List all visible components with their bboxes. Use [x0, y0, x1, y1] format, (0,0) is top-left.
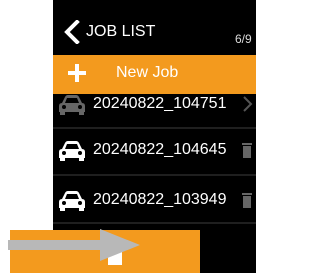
new-job-label: New Job — [116, 64, 179, 81]
job-name: 20240822_104645 — [93, 141, 227, 158]
page-counter: 6/9 — [235, 32, 252, 46]
arrow-right-icon — [8, 229, 140, 261]
car-icon — [59, 191, 85, 211]
car-icon — [59, 95, 85, 115]
job-row[interactable]: 20240822_103949 — [53, 182, 256, 222]
trash-icon[interactable] — [241, 191, 253, 209]
row-divider — [53, 174, 256, 176]
job-name: 20240822_104751 — [93, 95, 227, 112]
car-icon — [59, 141, 85, 161]
job-row[interactable]: 20240822_104751 — [53, 86, 256, 126]
chevron-left-icon[interactable] — [63, 20, 81, 44]
plus-icon — [68, 64, 86, 82]
job-name: 20240822_103949 — [93, 191, 227, 208]
chevron-right-icon[interactable] — [241, 95, 253, 113]
trash-icon[interactable] — [241, 141, 253, 159]
job-row[interactable]: 20240822_104645 — [53, 132, 256, 172]
row-divider — [53, 127, 256, 129]
row-divider — [53, 222, 256, 224]
page-title: JOB LIST — [86, 23, 156, 40]
